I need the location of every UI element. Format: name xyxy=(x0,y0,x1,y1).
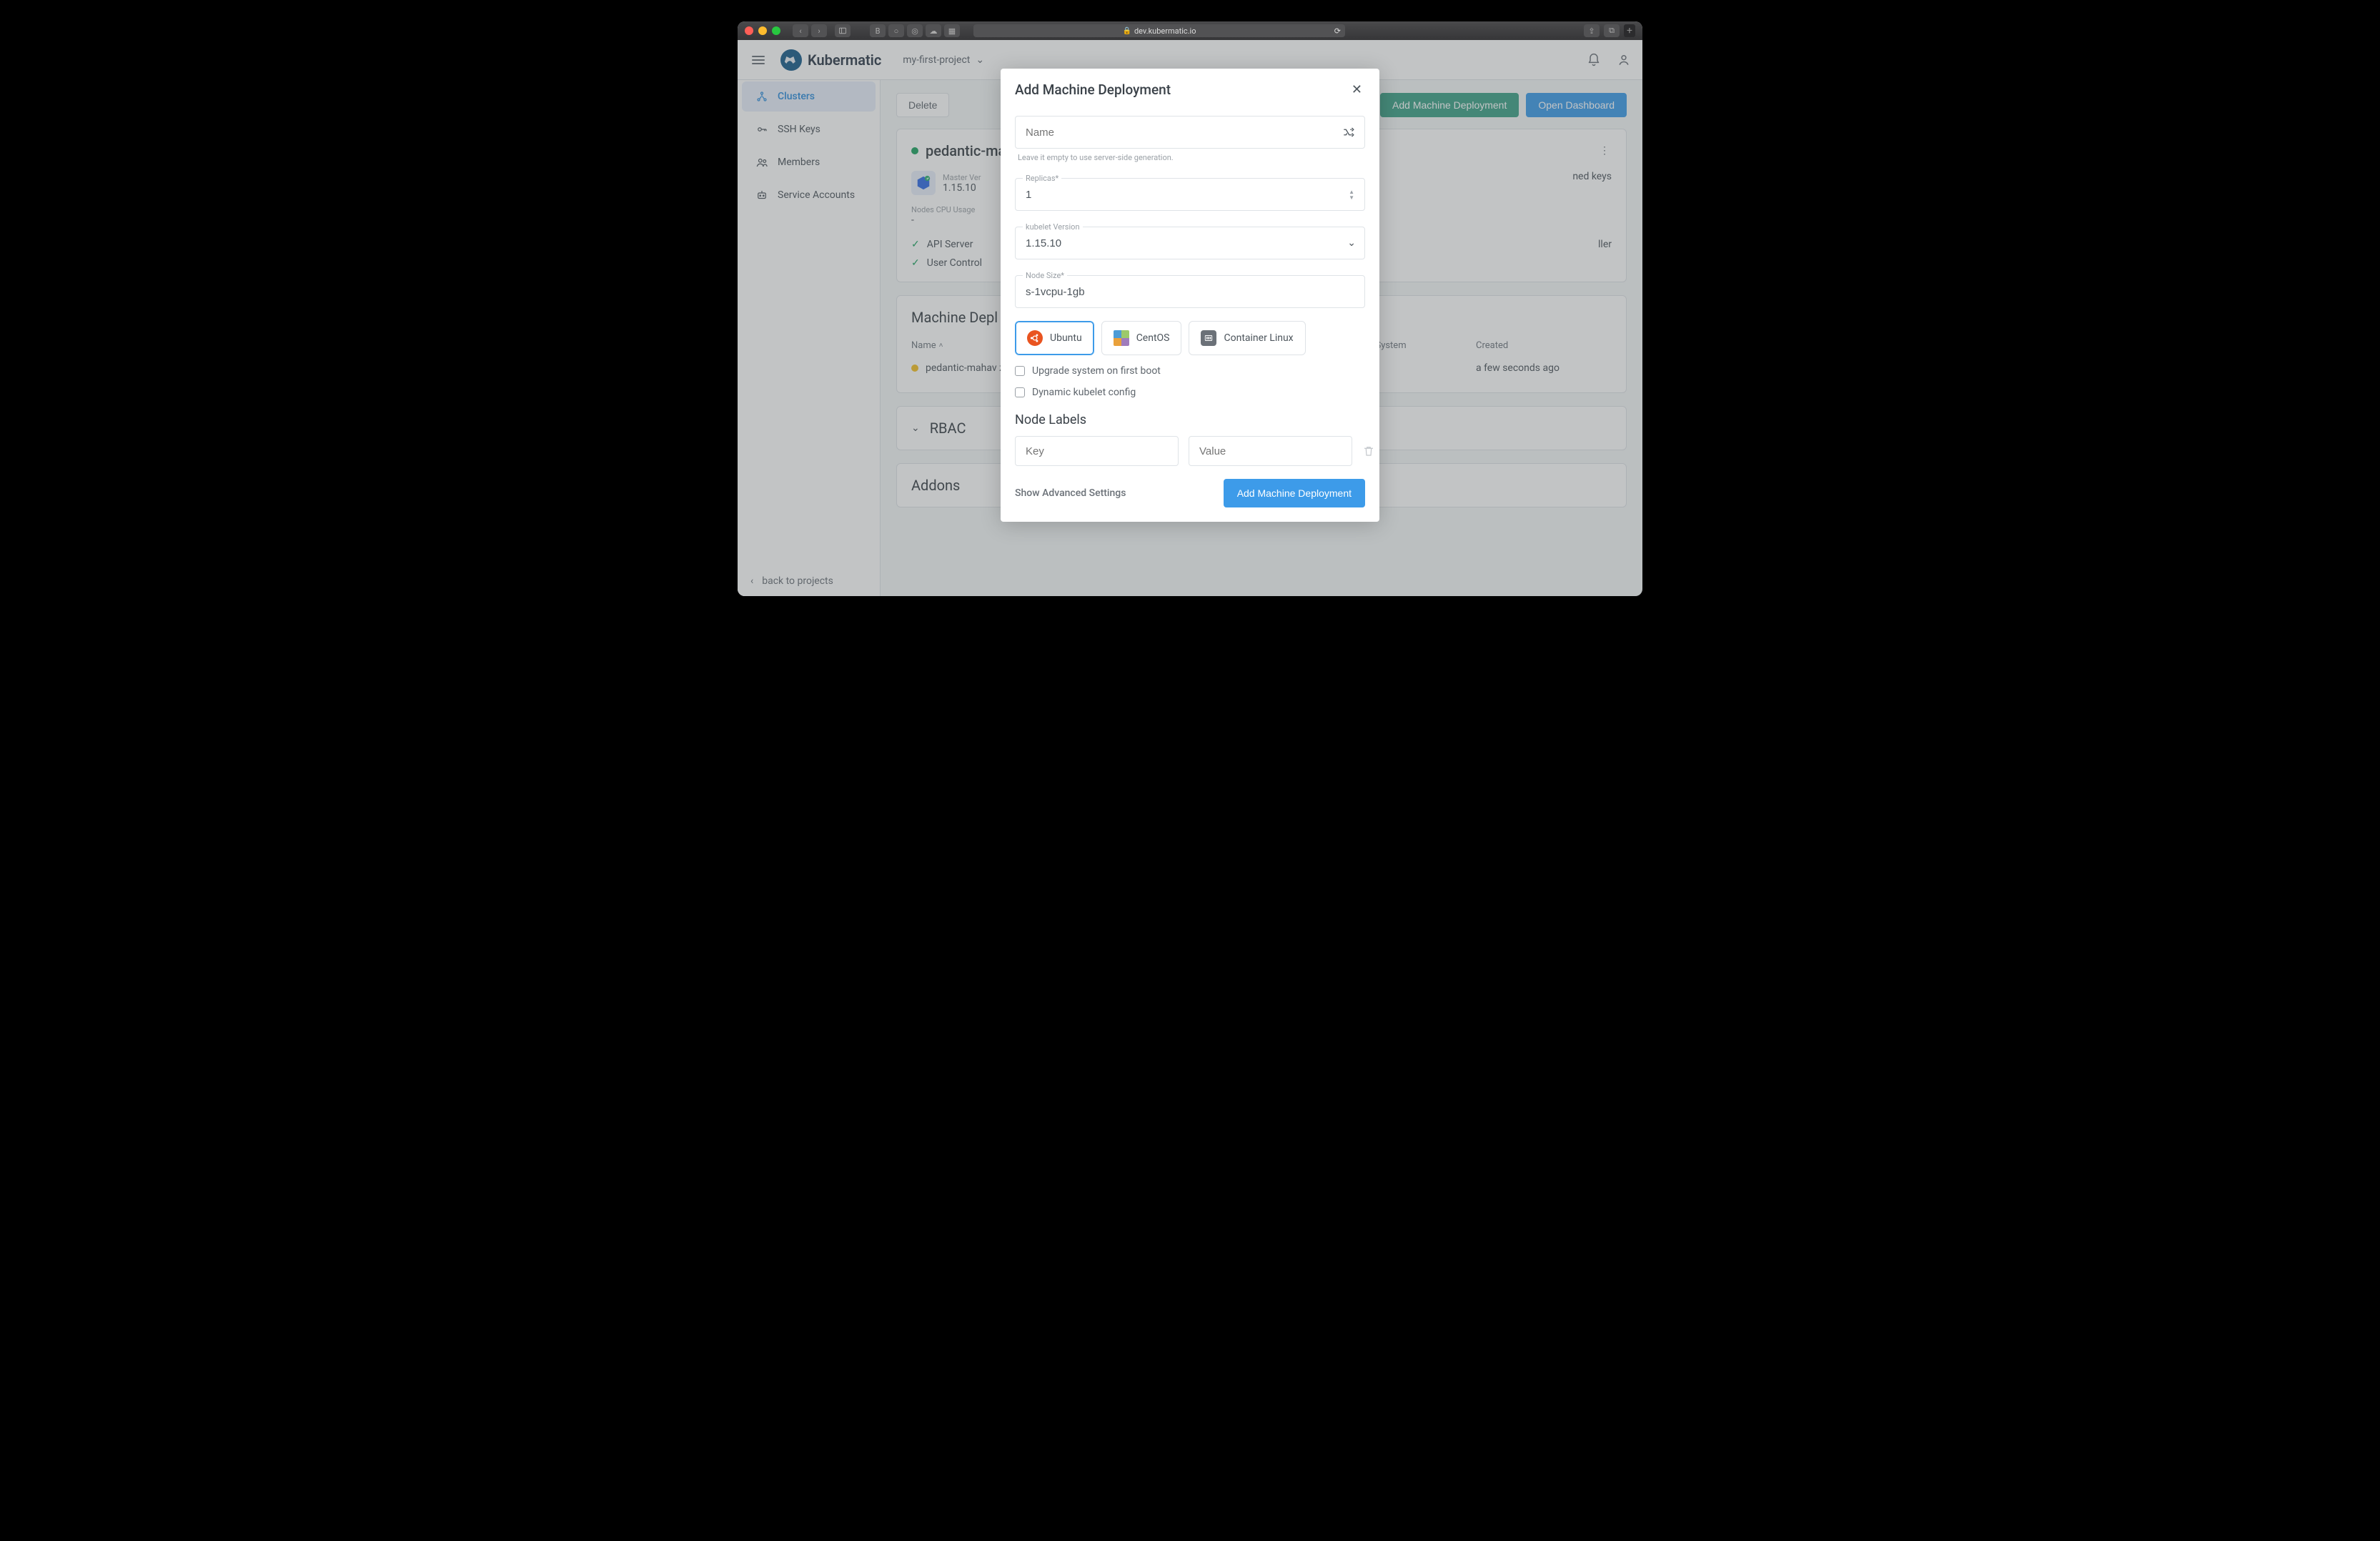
node-label-row xyxy=(1015,436,1365,466)
os-label: Container Linux xyxy=(1224,332,1293,344)
os-option-ubuntu[interactable]: Ubuntu xyxy=(1015,321,1094,355)
coreos-icon xyxy=(1201,330,1216,346)
checkbox-icon xyxy=(1015,387,1025,397)
traffic-lights[interactable] xyxy=(745,26,780,35)
name-input[interactable] xyxy=(1024,117,1342,148)
checkbox-label: Upgrade system on first boot xyxy=(1032,365,1161,377)
modal-title: Add Machine Deployment xyxy=(1015,81,1349,98)
close-icon[interactable]: ✕ xyxy=(1349,79,1365,100)
sidebar-toggle-button[interactable] xyxy=(835,24,851,37)
shuffle-icon[interactable] xyxy=(1342,125,1356,139)
label-value-field[interactable] xyxy=(1189,436,1352,466)
replicas-input[interactable] xyxy=(1024,179,1347,210)
ext-icon-5[interactable]: ▦ xyxy=(944,24,960,37)
ext-icon-2[interactable]: ○ xyxy=(888,24,904,37)
label-value-input[interactable] xyxy=(1198,437,1343,465)
nav-back-button[interactable]: ‹ xyxy=(793,24,808,37)
ext-icon-4[interactable]: ☁ xyxy=(926,24,941,37)
checkbox-label: Dynamic kubelet config xyxy=(1032,387,1136,398)
share-icon[interactable]: ⇪ xyxy=(1584,24,1600,37)
centos-icon xyxy=(1114,330,1129,346)
mac-titlebar: ‹ › B ○ ◎ ☁ ▦ 🔒 dev.kubermatic.io ⟳ ⇪ ⧉ xyxy=(738,21,1642,40)
minimize-window-icon[interactable] xyxy=(758,26,767,35)
replicas-label: Replicas* xyxy=(1023,174,1061,183)
maximize-window-icon[interactable] xyxy=(772,26,780,35)
name-hint: Leave it empty to use server-side genera… xyxy=(1018,153,1362,162)
show-advanced-link[interactable]: Show Advanced Settings xyxy=(1015,487,1126,499)
upgrade-on-boot-checkbox[interactable]: Upgrade system on first boot xyxy=(1015,365,1365,377)
submit-add-md-button[interactable]: Add Machine Deployment xyxy=(1224,479,1365,507)
ubuntu-icon xyxy=(1027,330,1043,346)
ext-icon-3[interactable]: ◎ xyxy=(907,24,923,37)
url-text: dev.kubermatic.io xyxy=(1134,26,1196,36)
os-option-centos[interactable]: CentOS xyxy=(1101,321,1182,355)
kubelet-version-select[interactable] xyxy=(1024,227,1347,259)
node-size-input[interactable] xyxy=(1024,276,1356,307)
os-selector: Ubuntu CentOS Container Linux xyxy=(1015,321,1365,355)
url-bar[interactable]: 🔒 dev.kubermatic.io ⟳ xyxy=(973,24,1345,37)
replicas-field[interactable]: Replicas* ▲▼ xyxy=(1015,178,1365,211)
label-key-field[interactable] xyxy=(1015,436,1179,466)
browser-window: ‹ › B ○ ◎ ☁ ▦ 🔒 dev.kubermatic.io ⟳ ⇪ ⧉ xyxy=(738,21,1642,596)
kubelet-label: kubelet Version xyxy=(1023,222,1083,232)
close-window-icon[interactable] xyxy=(745,26,753,35)
label-key-input[interactable] xyxy=(1024,437,1169,465)
os-option-containerlinux[interactable]: Container Linux xyxy=(1189,321,1305,355)
modal-overlay[interactable]: Add Machine Deployment ✕ Leave it empty … xyxy=(738,40,1642,596)
kubelet-version-field[interactable]: kubelet Version ⌄ xyxy=(1015,227,1365,259)
reload-icon[interactable]: ⟳ xyxy=(1334,26,1341,36)
ext-icon-1[interactable]: B xyxy=(870,24,886,37)
nav-forward-button[interactable]: › xyxy=(811,24,827,37)
node-labels-title: Node Labels xyxy=(1015,412,1365,427)
os-label: Ubuntu xyxy=(1050,332,1082,344)
checkbox-icon xyxy=(1015,366,1025,376)
name-field[interactable] xyxy=(1015,116,1365,149)
new-tab-button[interactable]: + xyxy=(1624,24,1635,37)
tabs-icon[interactable]: ⧉ xyxy=(1604,24,1620,37)
chevron-down-icon: ⌄ xyxy=(1347,237,1356,249)
dynamic-kubelet-checkbox[interactable]: Dynamic kubelet config xyxy=(1015,387,1365,398)
lock-icon: 🔒 xyxy=(1123,27,1131,35)
add-md-modal: Add Machine Deployment ✕ Leave it empty … xyxy=(1001,69,1379,522)
trash-icon[interactable] xyxy=(1362,444,1375,458)
nodesize-label: Node Size* xyxy=(1023,271,1067,280)
os-label: CentOS xyxy=(1136,332,1170,344)
number-stepper[interactable]: ▲▼ xyxy=(1347,188,1356,202)
node-size-field[interactable]: Node Size* xyxy=(1015,275,1365,308)
